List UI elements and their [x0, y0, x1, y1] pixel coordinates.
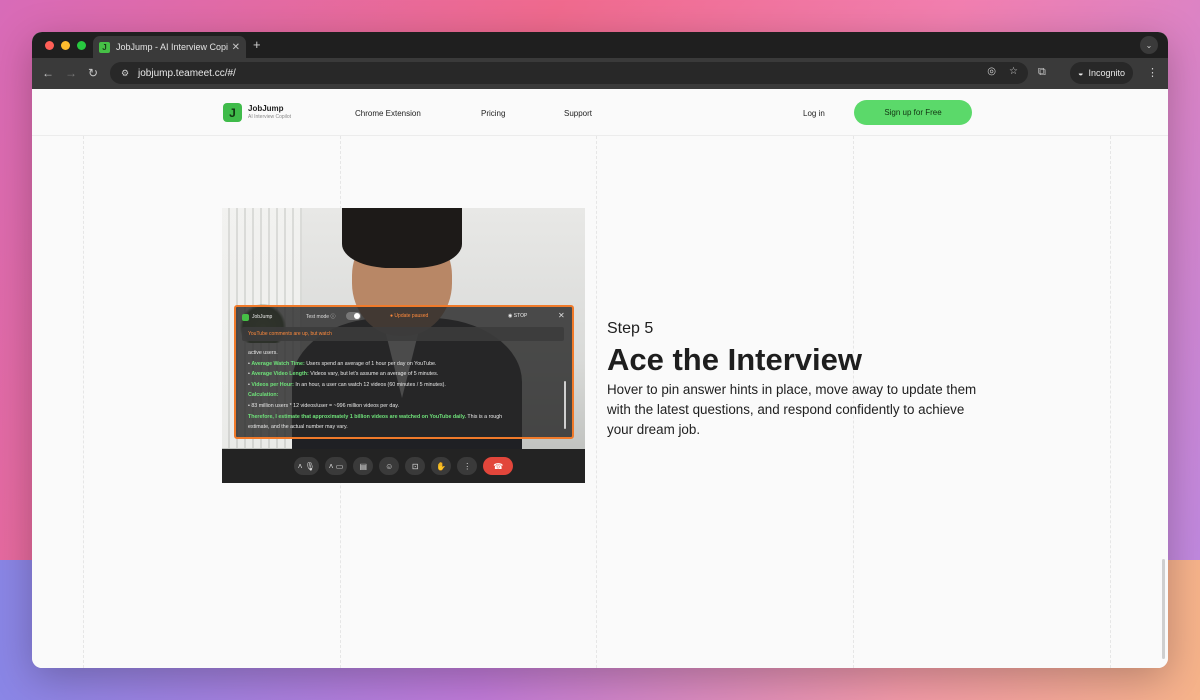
- step-title: Ace the Interview: [607, 342, 862, 377]
- browser-tab[interactable]: J JobJump - AI Interview Copilo ✕: [93, 36, 246, 58]
- incognito-indicator[interactable]: ◒ Incognito: [1070, 62, 1133, 84]
- step-description: Hover to pin answer hints in place, move…: [607, 382, 977, 437]
- end-call-icon[interactable]: ☎: [483, 457, 514, 475]
- browser-menu-icon[interactable]: ⋮: [1147, 66, 1158, 79]
- tab-title: JobJump - AI Interview Copilo: [116, 42, 228, 52]
- nav-chrome-extension[interactable]: Chrome Extension: [355, 109, 421, 118]
- hint-line: Calculation:: [248, 392, 279, 399]
- overlay-close-icon[interactable]: ✕: [558, 311, 565, 320]
- window-controls: [45, 41, 86, 50]
- captions-icon[interactable]: ▤: [353, 457, 374, 475]
- camera-icon[interactable]: ˄ ▭: [324, 457, 348, 475]
- mic-icon[interactable]: ˄ 🎙: [293, 457, 319, 475]
- signup-button[interactable]: Sign up for Free: [854, 100, 972, 125]
- incognito-label: Incognito: [1088, 68, 1125, 78]
- jobjump-logo-icon: J: [223, 103, 242, 122]
- raise-hand-icon[interactable]: ✋: [431, 457, 452, 475]
- demo-video[interactable]: JobJump Test mode ⓘ ● Update paused ◉ ST…: [222, 208, 585, 483]
- more-options-icon[interactable]: ⋮: [457, 457, 478, 475]
- hint-line: estimate, and the actual number may vary…: [248, 424, 348, 431]
- grid-divider: [83, 136, 84, 668]
- step-label: Step 5: [607, 320, 654, 337]
- test-mode-toggle[interactable]: [346, 312, 361, 320]
- person-hair: [342, 208, 462, 268]
- browser-window: J JobJump - AI Interview Copilo ✕ + ⌄ ← …: [32, 32, 1168, 668]
- back-icon[interactable]: ←: [42, 66, 54, 80]
- overlay-logo-icon: [242, 313, 249, 321]
- hint-line: active users.: [248, 350, 278, 356]
- brand-name: JobJump: [248, 104, 284, 113]
- incognito-icon: ◒: [1078, 68, 1084, 78]
- address-bar[interactable]: ⚙ jobjump.teameet.cc/#/ ◎ ☆: [110, 62, 1028, 84]
- emoji-icon[interactable]: ☺: [379, 457, 400, 475]
- test-mode-label: Test mode ⓘ: [306, 314, 336, 320]
- answer-hints: active users. • Average Watch Time: User…: [248, 348, 548, 433]
- browser-toolbar: ← → ↻ ⚙ jobjump.teameet.cc/#/ ◎ ☆ ⧉ ◒ In…: [32, 58, 1168, 89]
- forward-icon[interactable]: →: [65, 66, 77, 80]
- reload-icon[interactable]: ↻: [88, 66, 98, 80]
- maximize-window-button[interactable]: [77, 41, 86, 50]
- present-icon[interactable]: ⊡: [405, 457, 426, 475]
- site-logo[interactable]: J JobJump AI Interview Copilot: [223, 103, 291, 122]
- tab-search-icon[interactable]: ⌄: [1140, 36, 1158, 54]
- site-settings-icon[interactable]: ⚙: [118, 66, 132, 80]
- grid-divider: [596, 136, 597, 668]
- page-scrollbar[interactable]: [1162, 559, 1165, 659]
- hint-line: • Average Watch Time: Users spend an ave…: [248, 360, 437, 367]
- stop-button[interactable]: ◉ STOP: [508, 313, 527, 319]
- question-banner: YouTube comments are up, but watch: [242, 327, 564, 341]
- jobjump-favicon-icon: J: [99, 41, 110, 53]
- site-header: J JobJump AI Interview Copilot Chrome Ex…: [32, 89, 1168, 136]
- hint-line: • Videos per Hour: In an hour, a user ca…: [248, 381, 446, 388]
- bookmark-star-icon[interactable]: ☆: [1009, 66, 1018, 77]
- update-status: ● Update paused: [390, 313, 429, 319]
- url-text: jobjump.teameet.cc/#/: [138, 67, 236, 79]
- meeting-controls: ˄ 🎙 ˄ ▭ ▤ ☺ ⊡ ✋ ⋮ ☎: [222, 449, 585, 483]
- nav-support[interactable]: Support: [564, 109, 592, 118]
- grid-divider: [1110, 136, 1111, 668]
- copilot-overlay[interactable]: JobJump Test mode ⓘ ● Update paused ◉ ST…: [234, 305, 574, 439]
- extensions-icon[interactable]: ⧉: [1038, 66, 1046, 79]
- eye-off-icon[interactable]: ◎: [987, 66, 996, 77]
- minimize-window-button[interactable]: [61, 41, 70, 50]
- close-window-button[interactable]: [45, 41, 54, 50]
- overlay-scrollbar[interactable]: [564, 381, 566, 429]
- page-content: J JobJump AI Interview Copilot Chrome Ex…: [32, 89, 1168, 668]
- brand-tagline: AI Interview Copilot: [248, 114, 292, 120]
- hint-line: • 83 million users * 12 videos/user = ~9…: [248, 402, 400, 409]
- login-link[interactable]: Log in: [803, 109, 825, 118]
- close-tab-icon[interactable]: ✕: [232, 42, 240, 53]
- nav-pricing[interactable]: Pricing: [481, 109, 505, 118]
- tab-strip: J JobJump - AI Interview Copilo ✕ + ⌄: [32, 32, 1168, 58]
- new-tab-icon[interactable]: +: [253, 37, 261, 52]
- hint-line: • Average Video Length: Videos vary, but…: [248, 371, 439, 378]
- hint-line: Therefore, I estimate that approximately…: [248, 413, 503, 420]
- overlay-brand: JobJump: [252, 314, 273, 320]
- overlay-top-bar: JobJump Test mode ⓘ ● Update paused ◉ ST…: [242, 311, 566, 322]
